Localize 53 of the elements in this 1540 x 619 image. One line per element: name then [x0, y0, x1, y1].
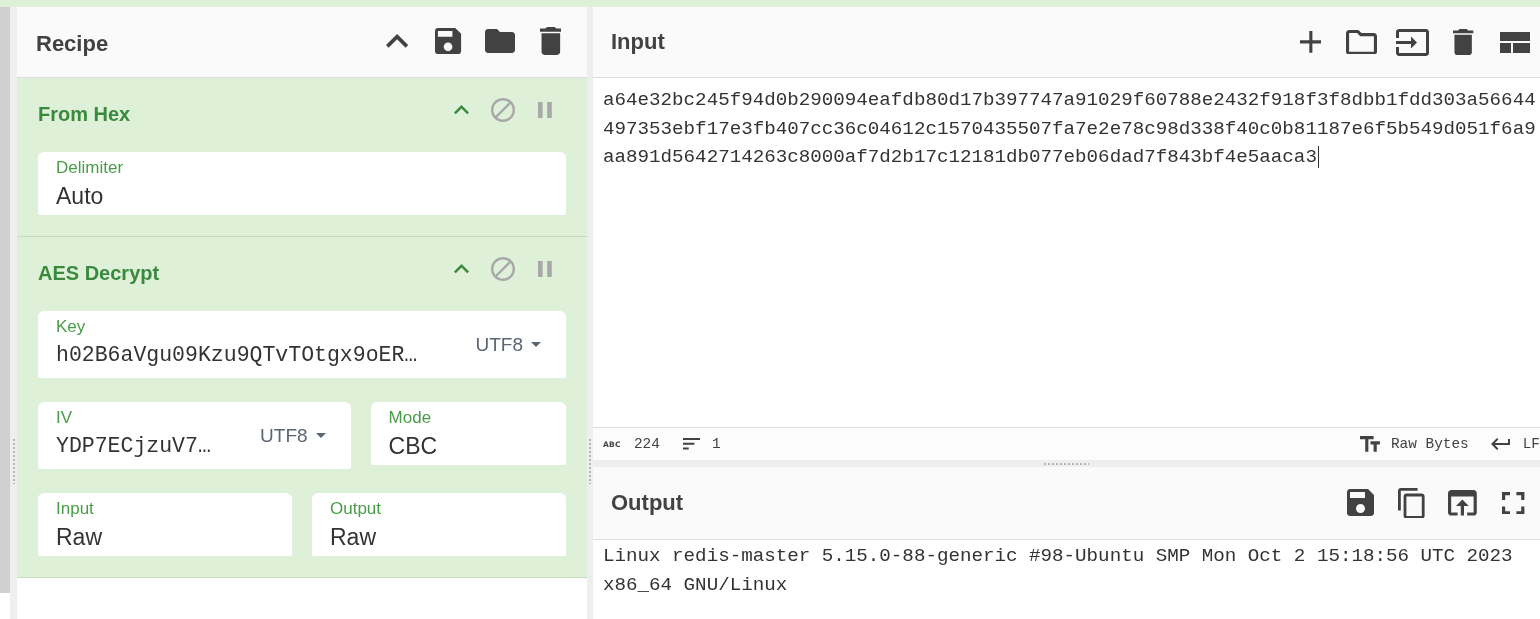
folder-icon[interactable] — [1346, 29, 1377, 55]
field-value: CBC — [388, 432, 438, 460]
line-count: 1 — [711, 436, 721, 452]
operation-title: AES Decrypt — [38, 261, 160, 285]
fullscreen-icon[interactable] — [1502, 491, 1525, 515]
field-value: YDP7ECjzuV7… — [56, 433, 211, 460]
dropdown-field[interactable]: Input Raw — [38, 493, 292, 556]
encoding-dropdown[interactable]: UTF8 — [260, 424, 351, 447]
folder-icon[interactable] — [484, 29, 515, 53]
plus-icon[interactable] — [1299, 31, 1322, 53]
output-text: Linux redis-master 5.15.0-88-generic #98-Ubuntu SMP Mon Oct 2 15:18:56 UTC 2023 x86_64 GNU/Linux — [603, 544, 1514, 598]
layout-icon[interactable] — [1499, 31, 1530, 53]
text-input-field[interactable]: IV YDP7ECjzuV7… UTF8 — [38, 402, 351, 469]
return-arrow-icon[interactable] — [1490, 438, 1510, 450]
arrow-into-box-icon[interactable] — [1396, 28, 1429, 56]
save-icon[interactable] — [1347, 489, 1374, 517]
field-value: Raw — [56, 523, 102, 551]
text-input-field[interactable]: Key h02B6aVgu09Kzu9QTvTOtgx9oER… UTF8 — [38, 311, 566, 378]
caret-icon — [315, 433, 326, 438]
dropdown-field[interactable]: Mode CBC — [370, 402, 566, 465]
encoding-dropdown[interactable]: UTF8 — [475, 333, 566, 356]
box-arrow-up-icon[interactable] — [1448, 490, 1477, 516]
text-size-icon[interactable] — [1360, 436, 1380, 452]
character-count: 224 — [633, 436, 660, 452]
chevron-up-icon[interactable] — [386, 34, 409, 48]
drag-handle-icon[interactable] — [12, 439, 15, 484]
field-label: IV — [56, 408, 73, 428]
lines-icon — [682, 438, 700, 450]
line-ending-button[interactable]: LF — [1522, 436, 1540, 452]
trash-icon[interactable] — [539, 27, 562, 55]
trash-icon[interactable] — [1453, 28, 1474, 56]
panel-title: Input — [611, 29, 665, 55]
save-icon[interactable] — [435, 27, 462, 55]
scrollbar-thumb[interactable] — [0, 7, 10, 593]
field-value: Raw — [330, 523, 376, 551]
input-text: a64e32bc245f94d0b290094eafdb80d17b397747a91029f60788e2432f918f3f8dbb1fdd303a56644497353ebf17e3fb407cc36c04612c1570435507fa7e2e78c98d338f40c0b81187e6f5b549d051f6a9aa891d5642714263c8000af7d2b17c12181db077eb06dad7f843bf4e5aaca3 — [603, 86, 1537, 172]
panel-title: Output — [611, 490, 684, 516]
dropdown-field[interactable]: Output Raw — [312, 493, 566, 556]
field-label: Key — [56, 317, 86, 337]
drag-handle-icon[interactable] — [589, 439, 591, 484]
field-label: Output — [330, 499, 382, 519]
field-value: Auto — [56, 182, 104, 210]
copy-icon[interactable] — [1398, 487, 1425, 519]
caret-icon — [531, 342, 541, 347]
field-label: Delimiter — [56, 158, 124, 178]
field-label: Mode — [388, 408, 432, 428]
drag-handle-icon[interactable] — [1044, 462, 1089, 465]
field-value: h02B6aVgu09Kzu9QTvTOtgx9oER… — [56, 342, 418, 369]
field-label: Input — [56, 499, 94, 519]
format-button[interactable]: Raw Bytes — [1391, 436, 1469, 452]
dropdown-field[interactable]: Delimiter Auto — [38, 152, 566, 215]
panel-title: Recipe — [36, 31, 109, 57]
operation-title: From Hex — [38, 102, 131, 126]
